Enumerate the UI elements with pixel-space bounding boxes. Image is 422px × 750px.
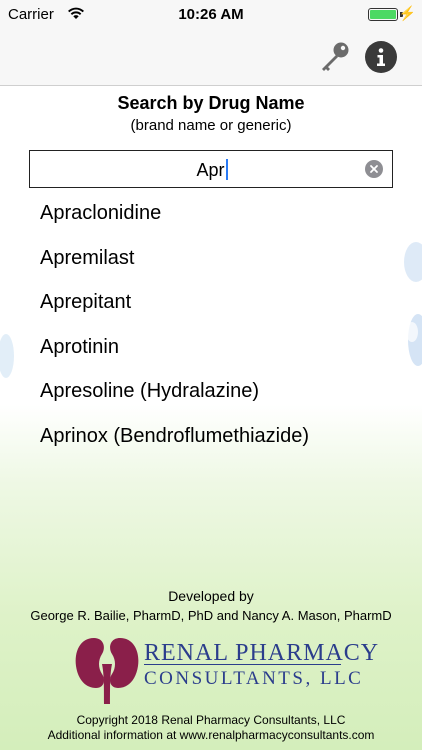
search-input-value[interactable]: Apr (30, 159, 394, 181)
copyright-text: Copyright 2018 Renal Pharmacy Consultant… (76, 713, 346, 727)
battery-icon (368, 8, 398, 21)
result-item[interactable]: Aprotinin (0, 330, 422, 375)
result-item[interactable]: Aprepitant (0, 285, 422, 330)
logo-line-1: RENAL PHARMACY (144, 640, 380, 666)
info-icon[interactable] (365, 41, 397, 73)
page-subtitle: (brand name or generic) (130, 117, 292, 134)
key-icon[interactable] (316, 38, 354, 76)
main-content: Search by Drug Name (brand name or gener… (0, 86, 422, 750)
kidney-logo (75, 638, 139, 704)
authors-text: George R. Bailie, PharmD, PhD and Nancy … (30, 608, 392, 623)
result-item[interactable]: Apremilast (0, 241, 422, 286)
page-title: Search by Drug Name (117, 93, 305, 113)
search-results-list: Apraclonidine Apremilast Aprepitant Apro… (0, 196, 422, 464)
result-item[interactable]: Apresoline (Hydralazine) (0, 374, 422, 419)
website-link[interactable]: Additional information at www.renalpharm… (0, 728, 422, 742)
charging-bolt-icon: ⚡ (398, 5, 416, 21)
search-input[interactable]: Apr (29, 150, 393, 188)
nav-bar (0, 30, 422, 86)
text-cursor (225, 159, 228, 180)
status-bar: Carrier 10:26 AM ⚡ (0, 0, 422, 30)
result-item[interactable]: Apraclonidine (0, 196, 422, 241)
logo-line-2: CONSULTANTS, LLC (144, 668, 364, 689)
developed-by-label: Developed by (168, 588, 254, 604)
status-time: 10:26 AM (178, 6, 244, 23)
logo-divider (144, 664, 341, 665)
clear-icon[interactable] (365, 160, 383, 178)
result-item[interactable]: Aprinox (Bendroflumethiazide) (0, 419, 422, 464)
